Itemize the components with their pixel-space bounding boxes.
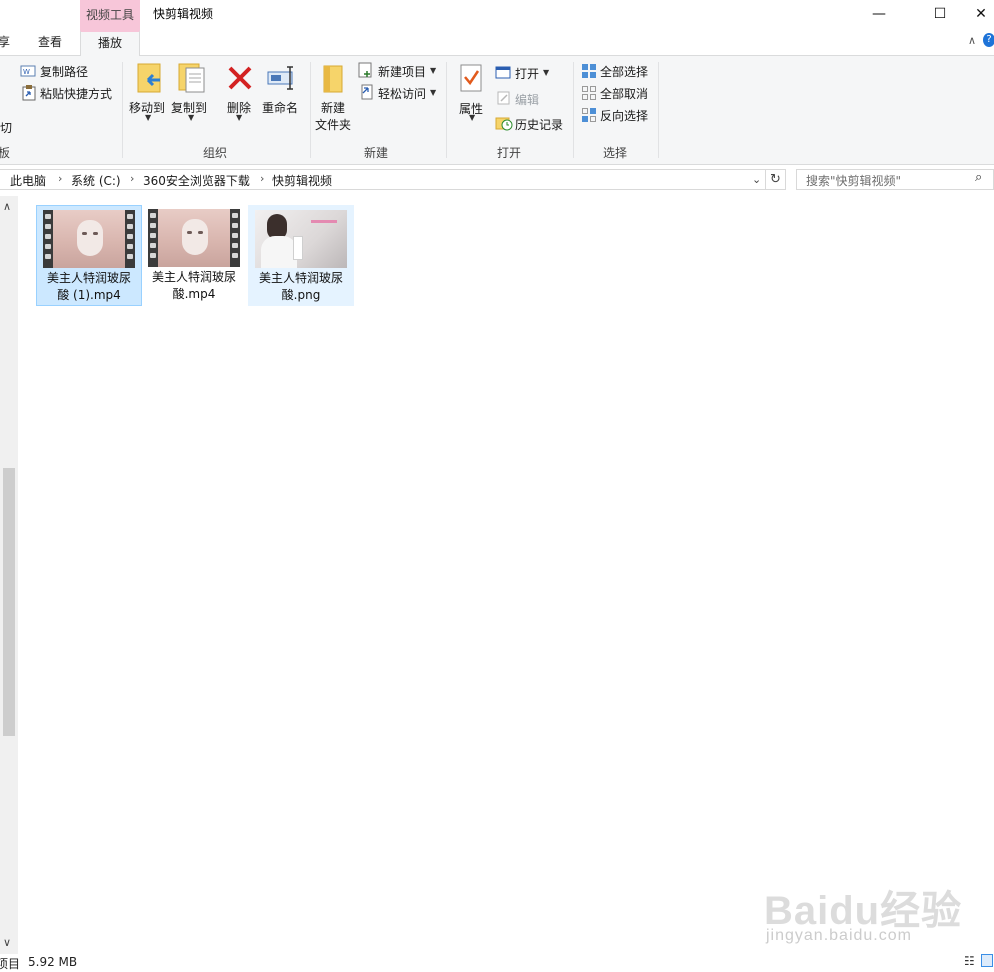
new-folder-button[interactable]: 新建 (321, 99, 345, 116)
properties-dropdown-icon[interactable]: ▼ (469, 113, 475, 122)
tab-play[interactable]: 播放 (80, 30, 140, 56)
file-item[interactable]: 美主人特润玻尿 酸.png (248, 205, 354, 306)
new-folder-button-line2[interactable]: 文件夹 (315, 116, 351, 133)
paste-shortcut-icon (22, 85, 36, 104)
status-bar (0, 954, 994, 970)
history-button[interactable]: 历史记录 (515, 116, 563, 133)
search-icon[interactable]: ⌕ (975, 170, 982, 185)
status-items-label: 项目 (0, 957, 21, 971)
help-icon[interactable]: ? (983, 33, 994, 47)
collapse-ribbon-icon[interactable]: ∧ (968, 34, 976, 47)
select-none-icon (581, 85, 597, 104)
copy-to-icon (177, 62, 207, 99)
group-label-organize: 组织 (203, 146, 228, 160)
select-all-button[interactable]: 全部选择 (600, 63, 648, 80)
group-label-select: 选择 (603, 146, 628, 160)
title-bar (0, 0, 994, 30)
search-placeholder: 搜索"快剪辑视频" (806, 174, 902, 188)
file-name: 美主人特润玻尿 酸.png (258, 271, 343, 302)
copy-path-button[interactable]: 复制路径 (40, 63, 88, 80)
group-label-clipboard: 板 (0, 146, 11, 160)
copy-path-icon: W (20, 64, 36, 81)
open-dropdown-icon[interactable]: ▼ (543, 68, 549, 77)
easy-access-button[interactable]: 轻松访问 (378, 85, 426, 102)
group-label-new: 新建 (364, 146, 389, 160)
ribbon-tabs (0, 30, 994, 56)
chevron-right-icon[interactable]: › (58, 172, 62, 185)
edit-icon (497, 91, 511, 108)
history-icon (495, 115, 513, 134)
file-item[interactable]: 美主人特润玻尿酸 (1).mp4 (36, 205, 142, 306)
edit-button[interactable]: 编辑 (515, 91, 539, 108)
status-size: 5.92 MB (28, 955, 78, 969)
delete-dropdown-icon[interactable]: ▼ (236, 113, 242, 122)
select-none-button[interactable]: 全部取消 (600, 85, 648, 102)
video-tools-context-tab[interactable]: 视频工具 (80, 0, 140, 30)
invert-selection-button[interactable]: 反向选择 (600, 107, 648, 124)
ribbon-separator (573, 62, 574, 158)
ribbon-separator (658, 62, 659, 158)
large-icons-view-icon[interactable] (981, 954, 993, 967)
scroll-up-icon[interactable]: ∧ (3, 200, 11, 213)
select-all-icon (581, 63, 597, 82)
tab-share[interactable]: 享 (0, 30, 10, 55)
new-item-dropdown-icon[interactable]: ▼ (430, 66, 436, 75)
breadcrumb-this-pc[interactable]: 此电脑 (10, 172, 46, 189)
rename-icon (266, 64, 298, 95)
file-item[interactable]: 美主人特润玻尿 酸.mp4 (142, 205, 248, 306)
close-button[interactable]: ✕ (958, 0, 994, 30)
new-item-button[interactable]: 新建项目 (378, 63, 426, 80)
paste-shortcut-button[interactable]: 粘贴快捷方式 (40, 85, 112, 102)
video-thumbnail (43, 210, 135, 268)
file-name: 美主人特润玻尿酸 (1).mp4 (46, 271, 131, 302)
open-icon (495, 64, 511, 83)
ribbon-separator (446, 62, 447, 158)
breadcrumb-system-c[interactable]: 系统 (C:) (71, 172, 121, 189)
refresh-icon[interactable]: ↻ (766, 169, 786, 190)
new-item-icon (358, 62, 374, 81)
baidu-watermark-url: jingyan.baidu.com (766, 927, 912, 944)
new-folder-icon (322, 62, 346, 97)
window-title: 快剪辑视频 (153, 7, 214, 21)
video-thumbnail (148, 209, 240, 267)
chevron-right-icon[interactable]: › (260, 172, 264, 185)
chevron-right-icon[interactable]: › (130, 172, 134, 185)
scrollbar-thumb[interactable] (3, 468, 15, 736)
open-button[interactable]: 打开 (515, 65, 539, 82)
properties-icon (459, 63, 485, 98)
image-thumbnail (255, 210, 347, 268)
ribbon-separator (310, 62, 311, 158)
minimize-button[interactable]: — (856, 0, 902, 30)
breadcrumb-current-folder[interactable]: 快剪辑视频 (272, 172, 332, 189)
scroll-down-icon[interactable]: ∨ (3, 936, 11, 949)
copy-to-dropdown-icon[interactable]: ▼ (188, 113, 194, 122)
tab-view[interactable]: 查看 (38, 30, 62, 55)
delete-icon (226, 64, 254, 95)
ribbon-separator (122, 62, 123, 158)
easy-access-dropdown-icon[interactable]: ▼ (430, 88, 436, 97)
address-history-dropdown-icon[interactable]: ⌄ (752, 173, 761, 186)
easy-access-icon (359, 84, 375, 103)
cut-button[interactable]: 剪切 (0, 119, 12, 136)
details-view-icon[interactable]: ☷ (964, 954, 975, 968)
move-to-icon (134, 62, 164, 99)
svg-text:W: W (23, 68, 30, 76)
move-to-dropdown-icon[interactable]: ▼ (145, 113, 151, 122)
group-label-open: 打开 (497, 146, 522, 160)
invert-selection-icon (581, 107, 597, 126)
breadcrumb-360-downloads[interactable]: 360安全浏览器下载 (143, 172, 250, 189)
maximize-button[interactable]: ☐ (917, 0, 963, 30)
file-name: 美主人特润玻尿 酸.mp4 (151, 270, 236, 301)
rename-button[interactable]: 重命名 (262, 99, 298, 116)
